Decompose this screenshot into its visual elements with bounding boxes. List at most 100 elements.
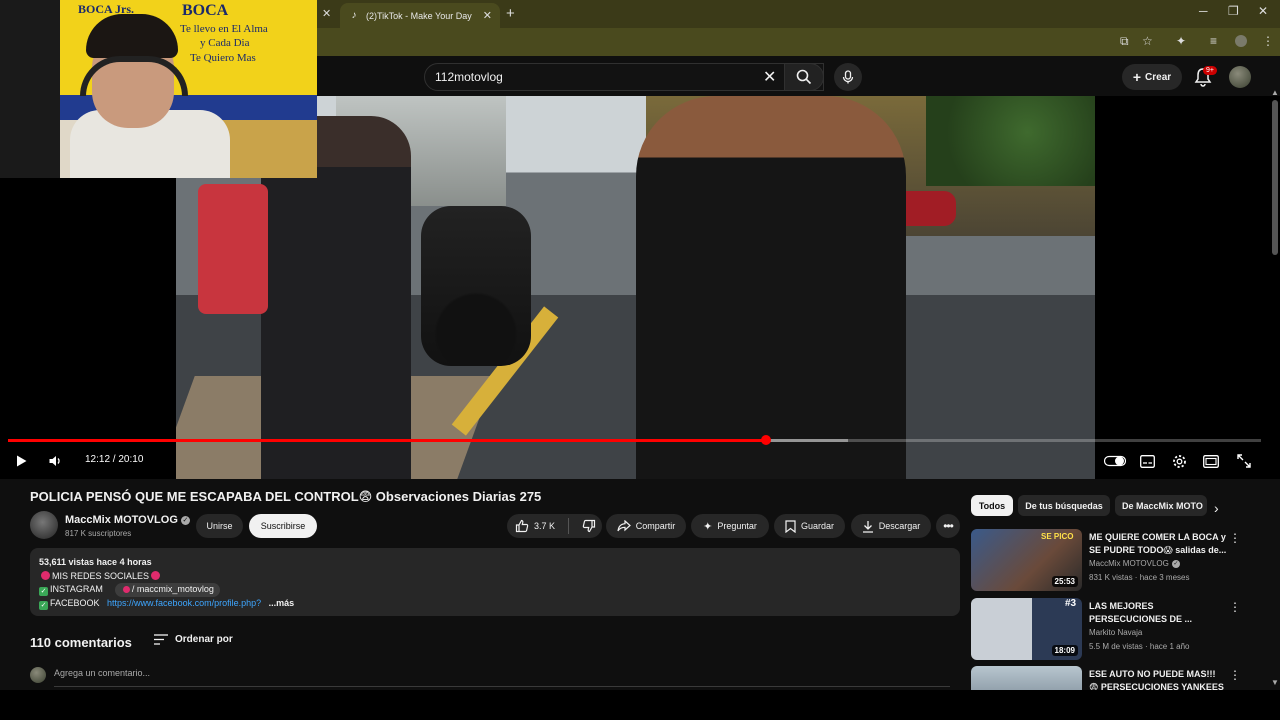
theater-mode-button[interactable] — [1202, 452, 1220, 470]
join-button[interactable]: Unirse — [196, 514, 243, 538]
plus-icon: + — [1132, 69, 1142, 85]
search-input[interactable]: 112motovlog — [435, 70, 503, 84]
fullscreen-icon — [1237, 454, 1251, 468]
like-count[interactable]: 3.7 K — [534, 521, 555, 531]
bottom-letterbox — [0, 690, 1280, 720]
video-thumbnail[interactable]: SE PICO 25:53 — [971, 529, 1082, 591]
subtitles-button[interactable] — [1138, 452, 1156, 470]
prev-tab-close-icon[interactable]: ✕ — [322, 7, 331, 20]
scroll-up-arrow-icon[interactable]: ▲ — [1271, 88, 1279, 97]
page-scrollbar[interactable] — [1272, 100, 1278, 255]
chip-from-searches[interactable]: De tus búsquedas — [1018, 495, 1110, 516]
restore-button[interactable]: ❐ — [1228, 4, 1239, 18]
scroll-down-arrow-icon[interactable]: ▼ — [1271, 678, 1279, 687]
autoplay-toggle[interactable] — [1104, 452, 1126, 470]
install-app-icon[interactable]: ⧉ — [1120, 34, 1129, 49]
channel-name[interactable]: MaccMix MOTOVLOG ✓ — [65, 514, 190, 526]
browser-menu-icon[interactable]: ⋮ — [1262, 34, 1274, 48]
thumbnail-text: #3 — [1065, 598, 1077, 609]
play-button[interactable] — [12, 452, 30, 470]
recommendation-channel[interactable]: MaccMix MOTOVLOG ✓ — [1089, 559, 1180, 568]
instagram-handle[interactable]: / maccmix_motovlog — [132, 584, 214, 594]
reading-list-icon[interactable]: ≡ — [1210, 34, 1217, 48]
dislike-thumb-icon[interactable] — [582, 519, 596, 533]
create-button[interactable]: + Crear — [1122, 64, 1182, 90]
minimize-button[interactable]: ─ — [1199, 4, 1208, 18]
sort-label: Ordenar por — [175, 634, 233, 645]
settings-button[interactable] — [1170, 452, 1188, 470]
like-thumb-icon[interactable] — [515, 519, 529, 533]
recommendation-meta: 5.5 M de vistas · hace 1 año — [1089, 642, 1190, 651]
search-icon — [796, 69, 812, 85]
video-thumbnail[interactable] — [971, 666, 1082, 690]
search-clear-icon[interactable]: ✕ — [763, 67, 776, 87]
show-more-link[interactable]: ...más — [269, 598, 295, 608]
more-vertical-icon[interactable]: ⋮ — [1229, 531, 1241, 545]
chip-from-channel[interactable]: De MaccMix MOTO — [1115, 495, 1207, 516]
share-button[interactable]: Compartir — [606, 514, 686, 538]
channel-avatar[interactable] — [30, 511, 58, 539]
channel-name-text[interactable]: MaccMix MOTOVLOG — [65, 514, 178, 526]
bookmark-icon — [785, 519, 796, 533]
volume-icon — [49, 456, 60, 466]
subscribe-button[interactable]: Suscribirse — [249, 514, 317, 538]
check-box-icon: ✓ — [39, 600, 48, 610]
more-actions-button[interactable]: ••• — [936, 514, 960, 538]
save-label: Guardar — [800, 521, 835, 531]
settings-gear-icon — [1172, 454, 1186, 468]
browser-tab[interactable]: ♪ (2)TikTok - Make Your Day ✕ — [340, 3, 500, 28]
pink-circle-icon — [151, 570, 161, 580]
play-icon — [17, 455, 27, 467]
tab-close-icon[interactable]: ✕ — [483, 9, 492, 22]
chip-label: De MaccMix MOTO — [1122, 500, 1203, 511]
sort-comments-button[interactable]: Ordenar por — [154, 634, 233, 645]
search-box[interactable]: 112motovlog ✕ — [424, 63, 824, 91]
verified-check-icon: ✓ — [1171, 559, 1180, 568]
save-button[interactable]: Guardar — [774, 514, 845, 538]
bookmark-star-icon[interactable]: ☆ — [1142, 34, 1153, 48]
share-arrow-icon — [617, 520, 631, 532]
more-vertical-icon[interactable]: ⋮ — [1229, 668, 1241, 682]
fullscreen-button[interactable] — [1235, 452, 1253, 470]
recommendation-item[interactable]: ESE AUTO NO PUEDE MAS!!! 😨 PERSECUCIONES… — [971, 666, 1271, 690]
chevron-right-icon[interactable]: › — [1214, 500, 1219, 516]
video-delivery-bag — [198, 184, 268, 314]
facebook-link[interactable]: https://www.facebook.com/profile.php? — [107, 598, 261, 608]
account-avatar[interactable] — [1229, 66, 1251, 88]
instagram-link[interactable]: / maccmix_motovlog — [114, 583, 220, 597]
socials-heading: MIS REDES SOCIALES — [52, 570, 150, 581]
comment-input[interactable]: Agrega un comentario... — [54, 668, 950, 687]
recommendation-item[interactable]: SE PICO 25:53 ME QUIERE COMER LA BOCA y … — [971, 529, 1271, 593]
notifications-badge: 9+ — [1203, 66, 1217, 75]
window-close-button[interactable]: ✕ — [1258, 4, 1268, 18]
flag-text: BOCA — [182, 2, 229, 19]
chip-todos[interactable]: Todos — [971, 495, 1013, 516]
like-divider — [568, 518, 570, 534]
profile-icon[interactable] — [1235, 35, 1247, 47]
time-display: 12:12 / 20:10 — [85, 454, 144, 465]
more-vertical-icon[interactable]: ⋮ — [1229, 600, 1241, 614]
search-button[interactable] — [784, 63, 824, 91]
recommendation-title[interactable]: ESE AUTO NO PUEDE MAS!!! 😨 PERSECUCIONES… — [1089, 668, 1227, 690]
voice-search-button[interactable] — [834, 63, 862, 91]
microphone-icon — [842, 70, 854, 84]
pink-circle-icon — [41, 570, 50, 580]
video-thumbnail[interactable]: #3 18:09 — [971, 598, 1082, 660]
ask-button[interactable]: ✦ Preguntar — [691, 514, 769, 538]
sparkle-icon: ✦ — [703, 520, 713, 533]
download-button[interactable]: Descargar — [851, 514, 931, 538]
create-label: Crear — [1145, 71, 1172, 83]
new-tab-button[interactable]: + — [506, 5, 515, 22]
theater-mode-icon — [1203, 454, 1219, 468]
volume-button[interactable] — [46, 452, 64, 470]
recommendation-channel-name[interactable]: MaccMix MOTOVLOG — [1089, 559, 1169, 568]
extensions-icon[interactable]: ✦ — [1176, 34, 1186, 48]
recommendation-title[interactable]: ME QUIERE COMER LA BOCA y SE PUDRE TODO😱… — [1089, 531, 1227, 557]
tab-title: (2)TikTok - Make Your Day — [366, 10, 472, 21]
description-box[interactable]: 53,611 vistas hace 4 horas MIS REDES SOC… — [30, 548, 960, 616]
progress-scrubber[interactable] — [761, 435, 772, 445]
recommendation-item[interactable]: #3 18:09 LAS MEJORES PERSECUCIONES DE ..… — [971, 598, 1271, 662]
video-title: POLICIA PENSÓ QUE ME ESCAPABA DEL CONTRO… — [30, 489, 542, 504]
recommendation-title[interactable]: LAS MEJORES PERSECUCIONES DE ... — [1089, 600, 1227, 626]
recommendation-channel[interactable]: Markito Navaja — [1089, 628, 1142, 637]
